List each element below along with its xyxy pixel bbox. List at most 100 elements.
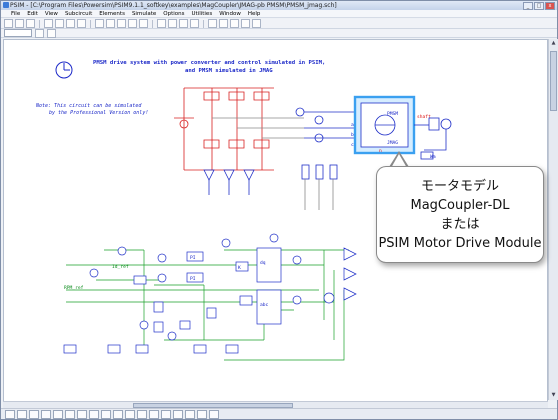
menu-subcircuit[interactable]: Subcircuit [65, 10, 92, 17]
menu-window[interactable]: Window [219, 10, 241, 17]
simview-icon[interactable] [219, 19, 228, 28]
inverter-bridge [174, 87, 304, 171]
menu-bar: File Edit View Subcircuit Elements Simul… [1, 10, 557, 18]
dq-label: dq [260, 260, 266, 266]
save-icon[interactable] [26, 19, 35, 28]
summer-icon[interactable] [137, 409, 147, 419]
print-icon[interactable] [44, 19, 53, 28]
pi-label-1: PI [190, 255, 196, 261]
cut-icon[interactable] [55, 19, 64, 28]
menu-help[interactable]: Help [248, 10, 261, 17]
igbt-icon[interactable] [65, 409, 75, 419]
rpm-ref-label: RPM_ref [64, 285, 84, 291]
stop-icon[interactable] [230, 19, 239, 28]
k-label: K [238, 265, 241, 271]
neutral-label: n [379, 149, 382, 154]
current-sensors [295, 107, 354, 143]
psim-app-icon [3, 2, 9, 8]
clock-icon [55, 61, 73, 79]
wire-tool-icon[interactable] [157, 19, 166, 28]
callout-line-2: MagCoupler-DL [410, 197, 510, 213]
callout-line-4: PSIM Motor Drive Module [378, 235, 542, 251]
menu-utilities[interactable]: Utilities [191, 10, 212, 17]
new-file-icon[interactable] [4, 19, 13, 28]
close-button[interactable]: x [545, 2, 555, 10]
menu-elements[interactable]: Elements [99, 10, 125, 17]
help-icon[interactable] [252, 19, 261, 28]
run-simulation-icon[interactable] [208, 19, 217, 28]
dc-source-icon[interactable] [89, 409, 99, 419]
window-title: PSIM - [C:\Program Files\Powersim\PSIM9.… [10, 2, 337, 9]
abc-label: abc [260, 302, 269, 308]
control-blocks [63, 233, 302, 354]
control-wiring [66, 249, 349, 361]
pi-label-2: PI [190, 276, 196, 282]
pi-controller-icon[interactable] [173, 409, 183, 419]
main-toolbar [1, 19, 557, 29]
diode-icon[interactable] [41, 409, 51, 419]
secondary-toolbar [1, 28, 557, 38]
rotate-icon[interactable] [179, 19, 188, 28]
motor-model-callout: モータモデル MagCoupler-DL または PSIM Motor Driv… [376, 166, 544, 263]
flip-icon[interactable] [190, 19, 199, 28]
element-icon[interactable] [47, 28, 56, 38]
mosfet-icon[interactable] [53, 409, 63, 419]
voltage-probe-icon[interactable] [113, 409, 123, 419]
schematic-title-line1: PMSM drive system with power converter a… [93, 60, 325, 66]
note-line2: by the Professional Version only! [49, 110, 148, 116]
vertical-scroll-thumb[interactable] [550, 51, 557, 111]
menu-simulate[interactable]: Simulate [132, 10, 156, 17]
gain-icon[interactable] [149, 409, 159, 419]
inductor-icon[interactable] [17, 409, 27, 419]
ac-source-icon[interactable] [101, 409, 111, 419]
note-line1: Note: This circuit can be simulated [35, 103, 142, 109]
psim-window: PSIM - [C:\Program Files\Powersim\PSIM9.… [0, 0, 558, 420]
resistor-icon[interactable] [5, 409, 15, 419]
motor-label-top: PMSM [387, 111, 398, 117]
title-bar: PSIM - [C:\Program Files\Powersim\PSIM9.… [1, 1, 557, 10]
copy-icon[interactable] [66, 19, 75, 28]
phase-a-label: a [351, 123, 354, 128]
id-ref-label: Id_ref [112, 264, 129, 270]
phase-c-label: c [351, 143, 354, 148]
paste-icon[interactable] [77, 19, 86, 28]
callout-line-1: モータモデル [420, 178, 499, 194]
menu-view[interactable]: View [45, 10, 58, 17]
capacitor-icon[interactable] [29, 409, 39, 419]
motor-label-bottom: JMAG [387, 140, 398, 146]
toolbar-separator [90, 19, 91, 28]
label-icon[interactable] [209, 409, 219, 419]
pause-icon[interactable] [241, 19, 250, 28]
ground-icon[interactable] [77, 409, 87, 419]
scroll-up-icon[interactable]: ▲ [550, 40, 557, 47]
limiter-icon[interactable] [197, 409, 207, 419]
element-combo[interactable] [4, 29, 32, 37]
zoom-out-icon[interactable] [128, 19, 137, 28]
abc-dq-icon[interactable] [185, 409, 195, 419]
menu-options[interactable]: Options [163, 10, 184, 17]
fit-page-icon[interactable] [139, 19, 148, 28]
zoom-in-icon[interactable] [117, 19, 126, 28]
menu-edit[interactable]: Edit [27, 10, 38, 17]
vertical-scrollbar[interactable]: ▲ ▼ [548, 39, 558, 400]
minimize-button[interactable]: _ [523, 2, 533, 10]
current-probe-icon[interactable] [125, 409, 135, 419]
toolbar-separator [203, 19, 204, 28]
scroll-down-icon[interactable]: ▼ [550, 392, 557, 399]
redo-icon[interactable] [106, 19, 115, 28]
undo-icon[interactable] [95, 19, 104, 28]
toolbar-separator [39, 19, 40, 28]
mechanical-load [414, 117, 452, 160]
comparators [323, 247, 357, 304]
toolbar-separator [152, 19, 153, 28]
menu-file[interactable]: File [11, 10, 20, 17]
schematic-title-line2: and PMSM simulated in JMAG [185, 68, 273, 74]
maximize-button[interactable]: □ [534, 2, 544, 10]
open-file-icon[interactable] [15, 19, 24, 28]
label-tool-icon[interactable] [168, 19, 177, 28]
comparator-icon[interactable] [161, 409, 171, 419]
window-controls: _ □ x [523, 2, 555, 10]
dropdown-icon[interactable] [35, 28, 44, 38]
callout-line-3: または [440, 216, 480, 232]
pmsm-jmag-block[interactable] [353, 95, 416, 155]
